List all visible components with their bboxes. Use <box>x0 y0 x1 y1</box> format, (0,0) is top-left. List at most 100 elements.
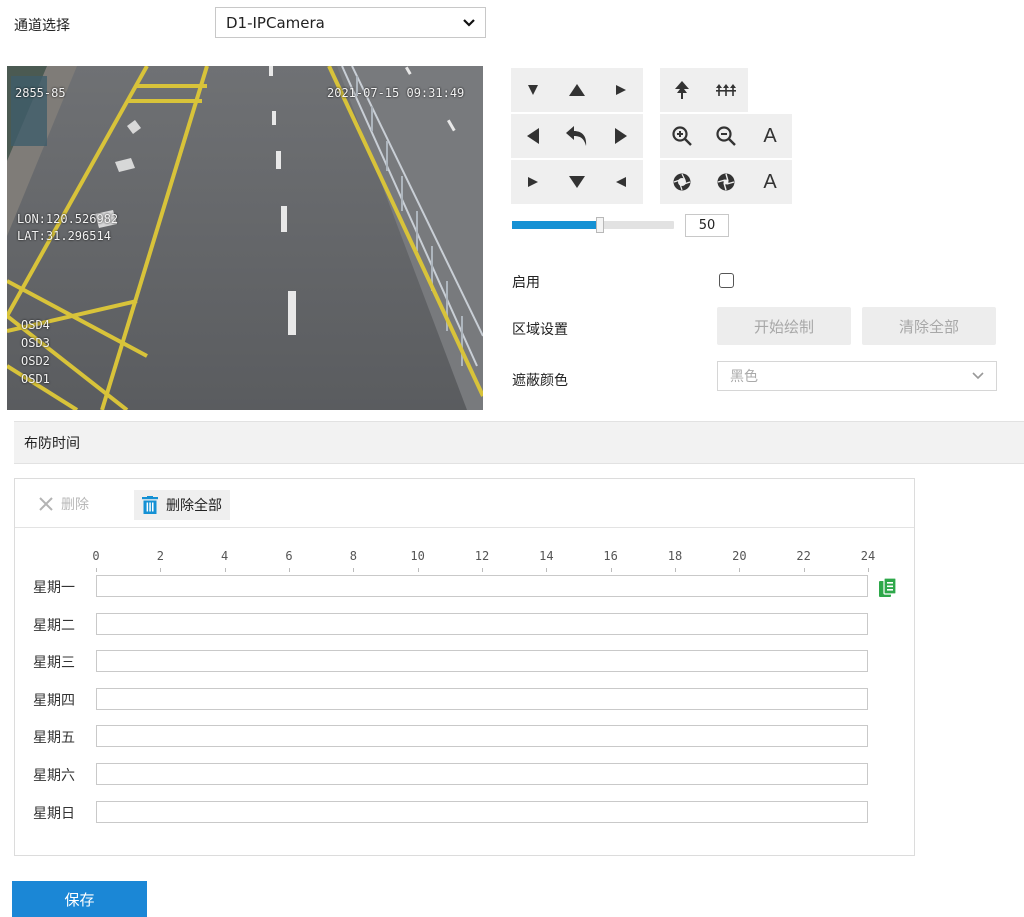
save-button[interactable]: 保存 <box>12 881 147 917</box>
hour-tick-mark <box>546 568 548 572</box>
hour-tick-label: 20 <box>732 549 747 563</box>
ptz-up-right-button[interactable] <box>599 68 643 112</box>
day-label: 星期五 <box>33 730 75 747</box>
ptz-focus-far-button[interactable] <box>704 68 748 112</box>
return-icon <box>566 126 587 146</box>
ptz-speed-value[interactable]: 50 <box>685 214 729 237</box>
ptz-down-left-button[interactable] <box>511 160 555 204</box>
day-timeline-bar[interactable] <box>96 725 868 748</box>
day-timeline-bar[interactable] <box>96 687 868 710</box>
hour-tick-mark <box>417 568 419 572</box>
osd-top-left: 2855-85 <box>15 86 66 100</box>
arrow-down-icon <box>569 176 585 188</box>
chevron-down-icon <box>463 16 475 30</box>
osd-line: OSD3 <box>21 336 50 350</box>
hour-tick-label: 2 <box>156 549 164 563</box>
ptz-zoom-in-button[interactable] <box>660 114 704 158</box>
hour-tick-mark <box>482 568 483 572</box>
hour-tick-label: 24 <box>860 549 876 563</box>
mask-color-value: 黑色 <box>730 369 758 385</box>
osd-line: OSD4 <box>21 318 50 332</box>
ptz-zoom-out-button[interactable] <box>704 114 748 158</box>
hour-tick-label: 0 <box>92 549 100 563</box>
hour-tick-label: 4 <box>221 549 229 563</box>
day-timeline-bar[interactable] <box>96 650 868 673</box>
delete-button[interactable]: 删除 <box>39 489 89 519</box>
ptz-up-button[interactable] <box>555 68 599 112</box>
hour-tick-mark <box>289 568 290 572</box>
ptz-panel: A A <box>511 68 795 204</box>
ptz-speed-slider-fill <box>512 221 596 229</box>
day-label: 星期一 <box>33 580 75 596</box>
delete-all-label: 删除全部 <box>166 498 222 514</box>
focus-near-icon <box>675 81 689 99</box>
ptz-up-left-button[interactable] <box>511 68 555 112</box>
day-timeline-bar[interactable] <box>96 612 868 635</box>
hour-tick-label: 8 <box>349 549 357 563</box>
hour-tick-label: 10 <box>410 549 425 563</box>
hour-tick-mark <box>160 568 162 572</box>
arrow-left-icon <box>527 128 539 144</box>
hour-tick-mark <box>675 568 676 572</box>
day-timeline-bar[interactable] <box>96 575 868 597</box>
channel-select-value: D1-IPCamera <box>226 13 325 32</box>
zoom-out-icon <box>716 126 736 146</box>
ptz-home-button[interactable] <box>555 114 599 158</box>
hour-tick-label: 6 <box>285 549 293 563</box>
enable-checkbox[interactable] <box>719 273 734 288</box>
hour-tick-label: 14 <box>539 549 554 563</box>
ptz-down-right-button[interactable] <box>599 160 643 204</box>
hour-tick-mark <box>353 568 355 572</box>
delete-label: 删除 <box>61 497 89 513</box>
hour-tick-mark <box>803 568 805 572</box>
ptz-speed-slider-thumb[interactable] <box>596 217 604 233</box>
hour-tick-label: 18 <box>667 549 683 563</box>
ptz-auto-focus-button[interactable]: A <box>748 114 792 158</box>
hour-tick-label: 22 <box>796 549 811 563</box>
mask-color-label: 遮蔽颜色 <box>512 373 568 389</box>
arrow-down-left-icon <box>528 177 538 187</box>
hour-tick-mark <box>868 568 869 572</box>
day-label: 星期日 <box>33 805 75 822</box>
ptz-focus-near-button[interactable] <box>660 68 704 112</box>
day-label: 星期六 <box>33 768 75 784</box>
day-label: 星期三 <box>33 655 75 672</box>
hour-tick-mark <box>224 568 226 572</box>
close-icon <box>39 497 53 511</box>
zoom-in-icon <box>672 126 692 146</box>
video-preview[interactable]: 2855-85 2021-07-15 09:31:49 LON:120.5269… <box>7 66 483 410</box>
day-label: 星期四 <box>33 692 75 709</box>
osd-longitude: LON:120.526982 <box>17 212 119 226</box>
osd-line: OSD2 <box>21 354 50 368</box>
enable-label: 启用 <box>512 275 540 291</box>
day-timeline-bar[interactable] <box>96 763 868 785</box>
ptz-left-button[interactable] <box>511 114 555 158</box>
ptz-iris-open-button[interactable] <box>660 160 704 204</box>
iris-close-icon <box>717 173 735 191</box>
delete-all-button[interactable]: 删除全部 <box>134 490 230 520</box>
ptz-auto-iris-button[interactable]: A <box>748 160 792 204</box>
ptz-speed-slider[interactable] <box>512 217 674 233</box>
osd-line: OSD1 <box>21 372 50 386</box>
ptz-iris-close-button[interactable] <box>704 160 748 204</box>
arrow-up-icon <box>569 84 585 96</box>
mask-color-select[interactable]: 黑色 <box>717 361 997 391</box>
osd-latitude: LAT:31.296514 <box>17 229 111 243</box>
channel-select[interactable]: D1-IPCamera <box>215 7 486 38</box>
schedule-panel: 删除 删除全部 0 2 4 6 8 10 12 14 16 18 20 22 24 星期一 星期二 星期三星… <box>14 478 915 856</box>
trash-icon <box>142 496 158 514</box>
ptz-down-button[interactable] <box>555 160 599 204</box>
iris-open-icon <box>673 173 691 191</box>
osd-timestamp: 2021-07-15 09:31:49 <box>327 86 465 100</box>
arrow-down-right-icon <box>616 177 626 187</box>
schedule-section-header: 布防时间 <box>14 421 1024 464</box>
clear-all-button[interactable]: 清除全部 <box>862 307 996 345</box>
schedule-title: 布防时间 <box>24 435 80 452</box>
focus-far-icon <box>716 84 736 96</box>
arrow-up-right-icon <box>616 85 626 95</box>
start-draw-button[interactable]: 开始绘制 <box>717 307 851 345</box>
day-timeline-bar[interactable] <box>96 800 868 823</box>
copy-icon[interactable] <box>879 577 897 602</box>
hour-tick-mark <box>739 568 741 572</box>
ptz-right-button[interactable] <box>599 114 643 158</box>
